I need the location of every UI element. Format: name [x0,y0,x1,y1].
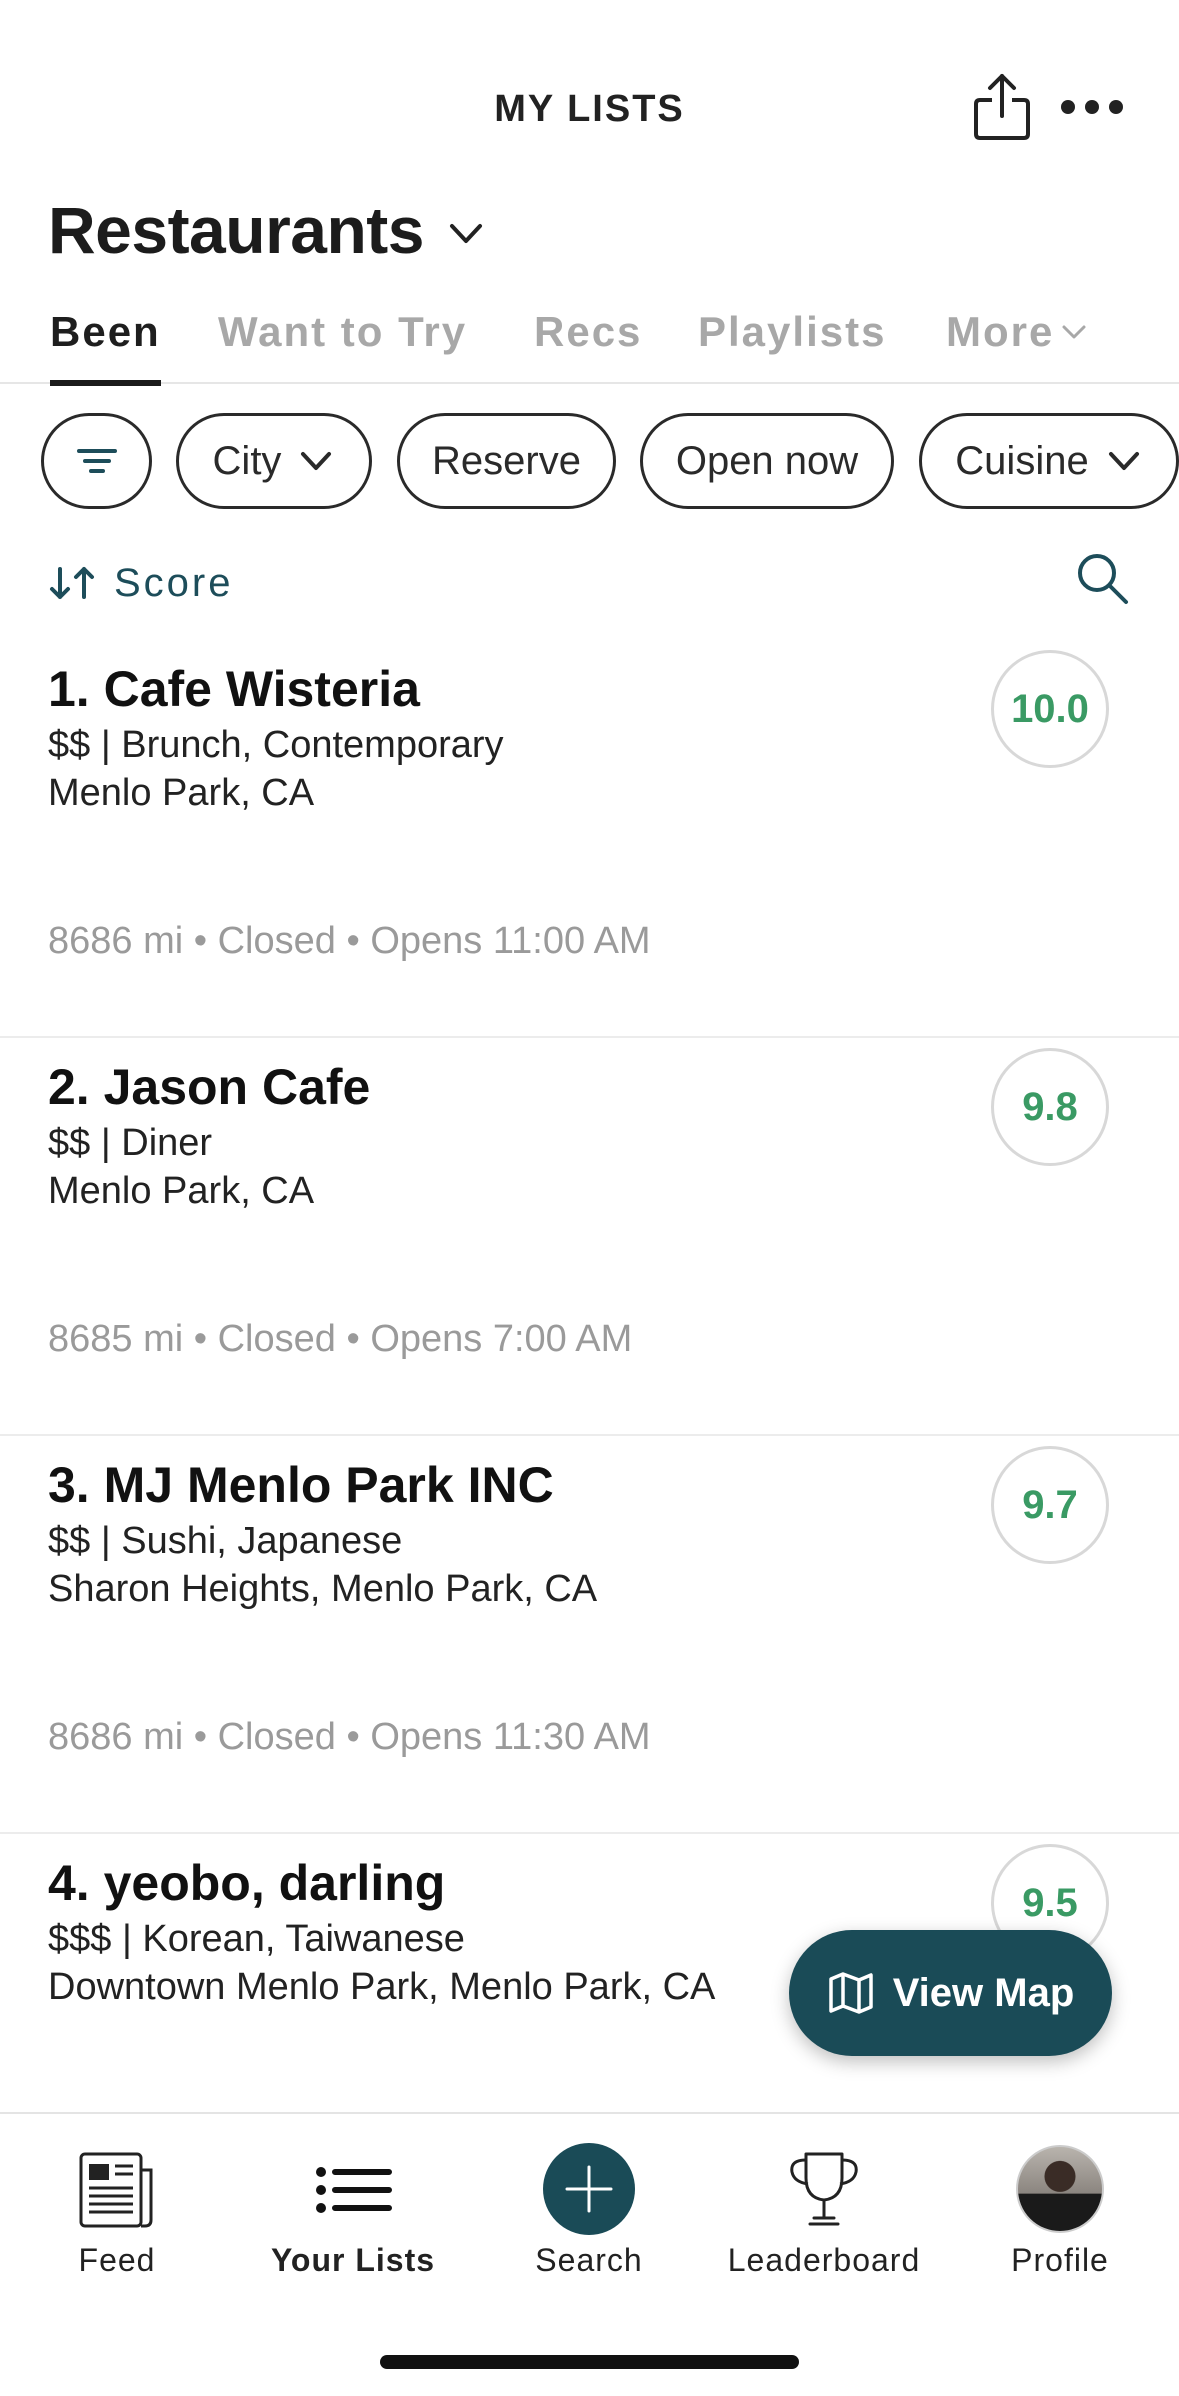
restaurant-meta: $$ | Sushi, Japanese [48,1520,403,1562]
tab-more[interactable]: More [946,300,1088,384]
restaurant-name: 1. Cafe Wisteria [48,661,420,717]
more-icon[interactable] [1060,92,1124,122]
filter-chip-open-now-label: Open now [675,438,859,483]
plus-icon [565,2165,613,2213]
restaurant-status: 8686 mi • Closed • Opens 11:00 AM [48,920,651,962]
sort-icon [50,567,94,599]
tab-playlists[interactable]: Playlists [698,300,886,384]
search-icon[interactable] [1074,550,1130,606]
restaurant-status: 8685 mi • Closed • Opens 7:00 AM [48,1318,633,1360]
chevron-down-icon [301,452,332,470]
map-icon [828,1972,873,2014]
nav-leaderboard-label: Leaderboard [727,2242,921,2278]
restaurant-name: 3. MJ Menlo Park INC [48,1457,554,1513]
filter-chip-reserve-label: Reserve [432,438,581,483]
score-badge: 10.0 [991,650,1109,768]
view-map-button[interactable]: View Map [789,1930,1112,2056]
restaurant-meta: $$ | Diner [48,1122,213,1164]
list-icon [316,2167,392,2213]
filter-chip-cuisine-label: Cuisine [955,438,1089,483]
list-item[interactable]: 1. Cafe Wisteria $$ | Brunch, Contempora… [0,640,1179,1038]
tab-want-to-try[interactable]: Want to Try [218,300,467,384]
list-item[interactable]: 3. MJ Menlo Park INC $$ | Sushi, Japanes… [0,1436,1179,1834]
restaurant-status: 8686 mi • Closed • Opens 11:30 AM [48,1716,651,1758]
view-map-label: View Map [892,1970,1075,2015]
chevron-down-icon [1062,325,1086,339]
filter-chip-open-now[interactable]: Open now [640,413,894,509]
nav-your-lists-label: Your Lists [270,2242,436,2278]
restaurant-location: Menlo Park, CA [48,772,315,814]
profile-photo [1016,2145,1104,2233]
tab-more-label: More [946,308,1055,355]
add-button [543,2143,635,2235]
filter-chip-city-label: City [212,438,282,483]
list-name: Restaurants [48,193,424,267]
nav-your-lists[interactable]: Your Lists [253,2144,453,2284]
trophy-icon [790,2152,858,2226]
sort-button[interactable]: Score [48,555,234,611]
restaurant-name: 2. Jason Cafe [48,1059,371,1115]
score-badge: 9.8 [991,1048,1109,1166]
filter-icon [76,449,117,473]
restaurant-location: Sharon Heights, Menlo Park, CA [48,1568,598,1610]
nav-profile[interactable]: Profile [960,2144,1160,2284]
tab-been[interactable]: Been [50,300,161,386]
restaurant-location: Downtown Menlo Park, Menlo Park, CA [48,1966,716,2008]
restaurant-name: 4. yeobo, darling [48,1855,446,1911]
nav-leaderboard[interactable]: Leaderboard [724,2144,924,2284]
nav-feed-label: Feed [78,2242,156,2278]
nav-feed[interactable]: Feed [17,2144,217,2284]
filter-bar: City Reserve Open now Cuisine [0,413,1179,511]
list-selector[interactable]: Restaurants [48,190,486,270]
tab-bar: Been Want to Try Recs Playlists More [0,300,1179,386]
newspaper-icon [79,2152,153,2228]
plus-circle-icon [489,2143,689,2235]
list-item[interactable]: 2. Jason Cafe $$ | Diner Menlo Park, CA … [0,1038,1179,1436]
nav-profile-label: Profile [1011,2242,1109,2278]
tab-recs[interactable]: Recs [534,300,642,384]
filter-chip-city[interactable]: City [176,413,372,509]
nav-search[interactable]: Search [489,2143,689,2284]
restaurant-meta: $$$ | Korean, Taiwanese [48,1918,465,1960]
home-indicator [380,2355,799,2369]
score-badge: 9.7 [991,1446,1109,1564]
share-icon[interactable] [972,72,1032,142]
restaurant-location: Menlo Park, CA [48,1170,315,1212]
top-bar: MY LISTS [0,0,1179,190]
sort-label: Score [114,560,234,605]
avatar [960,2144,1160,2234]
bottom-nav: Feed Your Lists Search Leaderboard Profi… [0,2112,1179,2396]
filter-settings-button[interactable] [41,413,152,509]
chevron-down-icon [449,224,482,243]
nav-search-label: Search [535,2242,643,2278]
chevron-down-icon [1108,452,1139,470]
restaurant-meta: $$ | Brunch, Contemporary [48,724,504,766]
filter-chip-reserve[interactable]: Reserve [397,413,616,509]
filter-chip-cuisine[interactable]: Cuisine [919,413,1179,509]
